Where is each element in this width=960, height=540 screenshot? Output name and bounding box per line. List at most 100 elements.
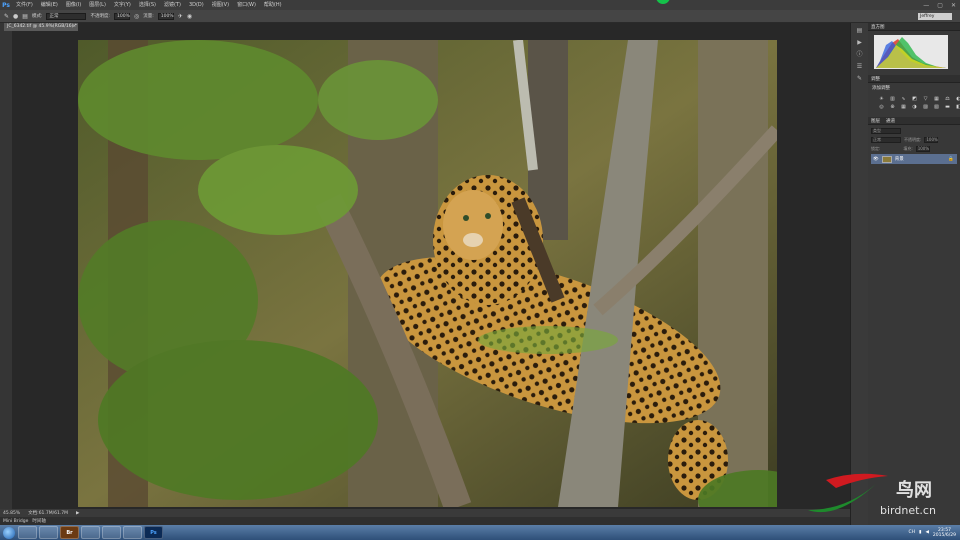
taskbar-monitor-icon[interactable]: [102, 526, 121, 539]
window-controls: — ▢ ✕: [923, 0, 956, 10]
menu-type[interactable]: 文字(Y): [110, 0, 135, 10]
leopard-photo[interactable]: [78, 40, 777, 507]
network-icon[interactable]: ▮: [919, 530, 921, 535]
fill-label: 填充:: [903, 145, 913, 151]
adjustments-grid: ☀ ▥ ∿ ◩ ▽ ▦ ⚖ ◐ ◎ ⊕ ▦ ◑ ▨ ▧ ▬ ◧: [868, 93, 960, 113]
posterize-icon[interactable]: ▨: [922, 104, 929, 110]
threshold-icon[interactable]: ▧: [933, 104, 940, 110]
layer-name[interactable]: 背景: [895, 156, 904, 162]
tab-histogram[interactable]: 直方图: [871, 24, 885, 30]
levels-icon[interactable]: ▥: [889, 96, 896, 102]
flow-input[interactable]: 100%: [157, 12, 174, 20]
info-panel-icon[interactable]: ⓘ: [855, 51, 865, 59]
zoom-level[interactable]: 45.85%: [3, 511, 20, 516]
layer-opacity-label: 不透明度:: [904, 136, 922, 142]
opacity-label: 不透明度:: [90, 14, 111, 19]
watermark-url: birdnet.cn: [880, 504, 936, 517]
invert-icon[interactable]: ◑: [911, 104, 918, 110]
layer-row-background[interactable]: 👁 背景 🔒: [871, 154, 957, 164]
menu-window[interactable]: 窗口(W): [233, 0, 260, 10]
tab-layers[interactable]: 图层: [871, 118, 880, 124]
document-tab[interactable]: JC_6342.tif @ 45.9%(RGB/16) * ×: [4, 23, 78, 31]
history-panel-icon[interactable]: ▤: [855, 27, 865, 35]
menu-edit[interactable]: 编辑(E): [37, 0, 62, 10]
taskbar-bridge-icon[interactable]: Br: [60, 526, 79, 539]
menu-filter[interactable]: 滤镜(T): [160, 0, 185, 10]
tab-timeline[interactable]: 时间轴: [32, 518, 46, 524]
photo-rendering: [78, 40, 777, 507]
airbrush-icon[interactable]: ✈: [178, 13, 183, 20]
menu-view[interactable]: 视图(V): [208, 0, 233, 10]
layer-visibility-icon[interactable]: 👁: [873, 157, 879, 162]
layers-panel-tabs: 图层 通道: [868, 117, 960, 125]
system-tray: CH ▮ ◀ 23:57 2015/6/29: [908, 525, 956, 540]
start-button[interactable]: [3, 526, 15, 539]
menu-3d[interactable]: 3D(D): [185, 0, 208, 10]
menu-help[interactable]: 帮助(H): [260, 0, 286, 10]
tab-adjustments[interactable]: 调整: [871, 76, 880, 82]
brush-preset-icon[interactable]: ✎: [4, 13, 9, 20]
status-bar: 45.85% 文档:61.7M/61.7M ▶: [0, 509, 850, 517]
channel-mixer-icon[interactable]: ⊕: [889, 104, 896, 110]
blend-row: 正常 不透明度: 100%: [871, 136, 957, 143]
document-title: JC_6342.tif @ 45.9%(RGB/16) *: [7, 24, 77, 29]
mini-bridge-bar: Mini Bridge 时间轴: [0, 517, 850, 525]
layer-lock-icon: 🔒: [948, 156, 954, 162]
brush-panel-icon[interactable]: ✎: [855, 75, 865, 83]
tab-mini-bridge[interactable]: Mini Bridge: [3, 519, 28, 524]
vibrance-icon[interactable]: ▽: [922, 96, 929, 102]
menu-image[interactable]: 图像(I): [62, 0, 85, 10]
menu-layer[interactable]: 图层(L): [85, 0, 110, 10]
curves-icon[interactable]: ∿: [900, 96, 907, 102]
brush-size-icon[interactable]: ●: [13, 13, 18, 20]
mode-select[interactable]: 正常: [46, 12, 87, 20]
layer-thumbnail: [881, 155, 892, 163]
brush-panel-icon[interactable]: ▤: [22, 13, 28, 20]
hue-sat-icon[interactable]: ▦: [933, 96, 940, 102]
color-balance-icon[interactable]: ⚖: [944, 96, 951, 102]
layer-kind-filter[interactable]: 类型: [871, 127, 901, 134]
selective-color-icon[interactable]: ◧: [955, 104, 960, 110]
status-menu-arrow[interactable]: ▶: [76, 511, 79, 516]
pressure-opacity-icon[interactable]: ◎: [134, 13, 139, 20]
maximize-button[interactable]: ▢: [937, 2, 943, 9]
actions-panel-icon[interactable]: ▶: [855, 39, 865, 47]
opacity-input[interactable]: 100%: [114, 12, 131, 20]
layer-opacity-input[interactable]: 100%: [924, 136, 939, 143]
adjustments-panel-tabs: 调整: [868, 75, 960, 83]
minimize-button[interactable]: —: [923, 2, 929, 9]
document-close-icon[interactable]: ×: [72, 23, 76, 31]
color-lookup-icon[interactable]: ▦: [900, 104, 907, 110]
document-size-info: 文档:61.7M/61.7M: [28, 511, 69, 516]
clock[interactable]: 23:57 2015/6/29: [933, 528, 956, 538]
properties-panel-icon[interactable]: ☰: [855, 63, 865, 71]
adjustments-subtitle: 添加调整: [872, 86, 890, 91]
lock-row: 锁定: 填充: 100%: [871, 145, 957, 152]
volume-icon[interactable]: ◀: [925, 530, 928, 535]
taskbar-explorer-icon[interactable]: [18, 526, 37, 539]
taskbar-word-icon[interactable]: [123, 526, 142, 539]
taskbar-photoshop-icon[interactable]: Ps: [144, 526, 163, 539]
taskbar-chrome-icon[interactable]: [39, 526, 58, 539]
language-indicator[interactable]: CH: [908, 530, 915, 535]
tab-channels[interactable]: 通道: [886, 118, 895, 124]
histogram-panel-tabs: 直方图: [868, 23, 960, 31]
workspace-select[interactable]: Jeffrey: [918, 13, 952, 20]
histogram-chart: [874, 35, 948, 69]
windows-taskbar: Br Ps CH ▮ ◀ 23:57 2015/6/29: [0, 525, 960, 540]
flow-label: 流量:: [143, 14, 154, 19]
histogram-graph: [876, 37, 946, 68]
mode-label: 模式:: [31, 14, 43, 19]
photo-filter-icon[interactable]: ◎: [878, 104, 885, 110]
taskbar-folder-icon[interactable]: [81, 526, 100, 539]
menu-file[interactable]: 文件(F): [12, 0, 37, 10]
close-button[interactable]: ✕: [951, 2, 956, 9]
gradient-map-icon[interactable]: ▬: [944, 104, 951, 110]
bw-icon[interactable]: ◐: [955, 96, 960, 102]
blend-mode-select[interactable]: 正常: [871, 136, 901, 143]
pressure-size-icon[interactable]: ◉: [187, 13, 192, 20]
brightness-icon[interactable]: ☀: [878, 96, 885, 102]
exposure-icon[interactable]: ◩: [911, 96, 918, 102]
menu-select[interactable]: 选择(S): [135, 0, 160, 10]
fill-input[interactable]: 100%: [915, 145, 930, 152]
